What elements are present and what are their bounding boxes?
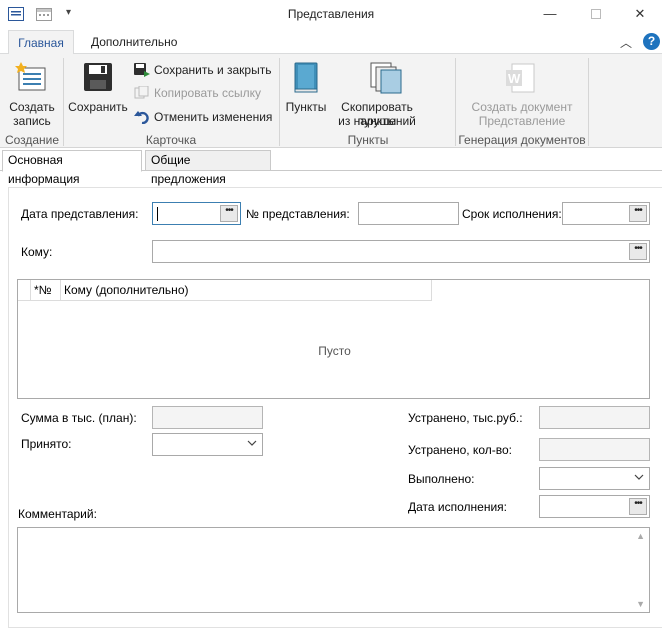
text-caret xyxy=(157,207,158,221)
sum-label: Сумма в тыс. (план): xyxy=(21,411,137,425)
points-button[interactable]: Пункты xyxy=(283,60,329,130)
create-record-button[interactable]: Создать запись xyxy=(6,60,56,130)
to-label: Кому: xyxy=(21,245,53,259)
recipients-table[interactable]: *№ Кому (дополнительно) Пусто xyxy=(17,279,650,399)
done-label: Выполнено: xyxy=(408,472,475,486)
sum-field[interactable] xyxy=(152,406,263,429)
save-button[interactable]: Сохранить xyxy=(66,60,130,116)
tab-main-info[interactable]: Основная информация xyxy=(2,150,142,186)
ribbon-separator xyxy=(63,58,64,146)
exec-date-picker-button[interactable]: ••• xyxy=(629,498,647,515)
date-field[interactable]: ••• xyxy=(152,202,241,225)
help-icon[interactable]: ? xyxy=(643,33,660,50)
create-document-label-2: Представление xyxy=(478,114,566,128)
accepted-select[interactable] xyxy=(152,433,263,456)
deadline-picker-button[interactable]: ••• xyxy=(629,205,647,222)
deadline-field[interactable]: ••• xyxy=(562,202,650,225)
exec-date-field[interactable]: ••• xyxy=(539,495,650,518)
create-record-label-2: запись xyxy=(13,114,51,128)
scroll-up-icon[interactable]: ▲ xyxy=(636,531,645,541)
number-label: № представления: xyxy=(246,207,350,221)
collapse-ribbon-icon[interactable]: ︿ xyxy=(620,34,632,51)
minimize-icon[interactable]: — xyxy=(539,4,561,24)
number-field[interactable] xyxy=(358,202,459,225)
close-icon[interactable]: ✕ xyxy=(629,4,651,24)
chevron-down-icon xyxy=(634,472,644,485)
fixed-rub-label: Устранено, тыс.руб.: xyxy=(408,411,523,425)
word-document-icon: W xyxy=(506,62,538,97)
group-label-create: Создание xyxy=(4,133,60,147)
chevron-down-icon xyxy=(247,438,257,451)
undo-icon xyxy=(134,110,150,125)
save-label: Сохранить xyxy=(68,100,128,114)
create-record-label-1: Создать xyxy=(9,100,55,114)
to-picker-button[interactable]: ••• xyxy=(629,243,647,260)
comment-label: Комментарий: xyxy=(18,507,97,521)
svg-text:W: W xyxy=(508,71,521,86)
column-header-to-extra[interactable]: Кому (дополнительно) xyxy=(61,280,432,301)
maximize-icon[interactable] xyxy=(585,4,607,24)
copy-link-icon xyxy=(134,85,150,100)
group-label-docs: Генерация документов xyxy=(458,133,586,147)
row-selector-header xyxy=(18,280,31,301)
ribbon-separator xyxy=(279,58,280,146)
ribbon-tab-extra[interactable]: Дополнительно xyxy=(82,30,186,55)
accepted-label: Принято: xyxy=(21,437,72,451)
create-document-button[interactable]: W Создать документ Представление xyxy=(458,60,586,130)
group-label-points: Пункты xyxy=(347,133,389,147)
save-close-label: Сохранить и закрыть xyxy=(154,63,272,77)
save-close-icon xyxy=(134,63,150,77)
ribbon-separator xyxy=(588,58,589,146)
save-icon xyxy=(83,62,113,95)
deadline-label: Срок исполнения: xyxy=(462,207,562,221)
save-close-button[interactable]: Сохранить и закрыть xyxy=(134,61,274,79)
date-picker-button[interactable]: ••• xyxy=(220,205,238,222)
column-header-number[interactable]: *№ xyxy=(31,280,61,301)
done-select[interactable] xyxy=(539,467,650,490)
empty-table-text: Пусто xyxy=(318,344,351,358)
exec-date-label: Дата исполнения: xyxy=(408,500,507,514)
copy-link-label: Копировать ссылку xyxy=(154,86,261,100)
copy-points-button[interactable]: Скопировать пункты из нарушений xyxy=(332,60,422,130)
points-label: Пункты xyxy=(285,100,327,114)
date-label: Дата представления: xyxy=(21,207,139,221)
cancel-changes-button[interactable]: Отменить изменения xyxy=(134,108,274,126)
book-icon xyxy=(292,62,320,97)
copy-link-button[interactable]: Копировать ссылку xyxy=(134,84,274,102)
group-label-card: Карточка xyxy=(145,133,197,147)
comment-textarea[interactable]: ▲ ▼ xyxy=(17,527,650,613)
to-field[interactable]: ••• xyxy=(152,240,650,263)
create-document-label-1: Создать документ xyxy=(471,100,573,114)
window-title: Представления xyxy=(287,7,375,21)
copy-points-icon xyxy=(370,62,404,97)
fixed-rub-field[interactable] xyxy=(539,406,650,429)
cancel-changes-label: Отменить изменения xyxy=(154,110,273,124)
create-record-icon xyxy=(15,62,47,95)
tab-general-proposals[interactable]: Общие предложения xyxy=(145,150,271,186)
copy-points-label-2: из нарушений xyxy=(338,114,416,128)
fixed-count-field[interactable] xyxy=(539,438,650,461)
fixed-count-label: Устранено, кол-во: xyxy=(408,443,512,457)
scroll-down-icon[interactable]: ▼ xyxy=(636,599,645,609)
ribbon-tab-main[interactable]: Главная xyxy=(8,30,74,55)
